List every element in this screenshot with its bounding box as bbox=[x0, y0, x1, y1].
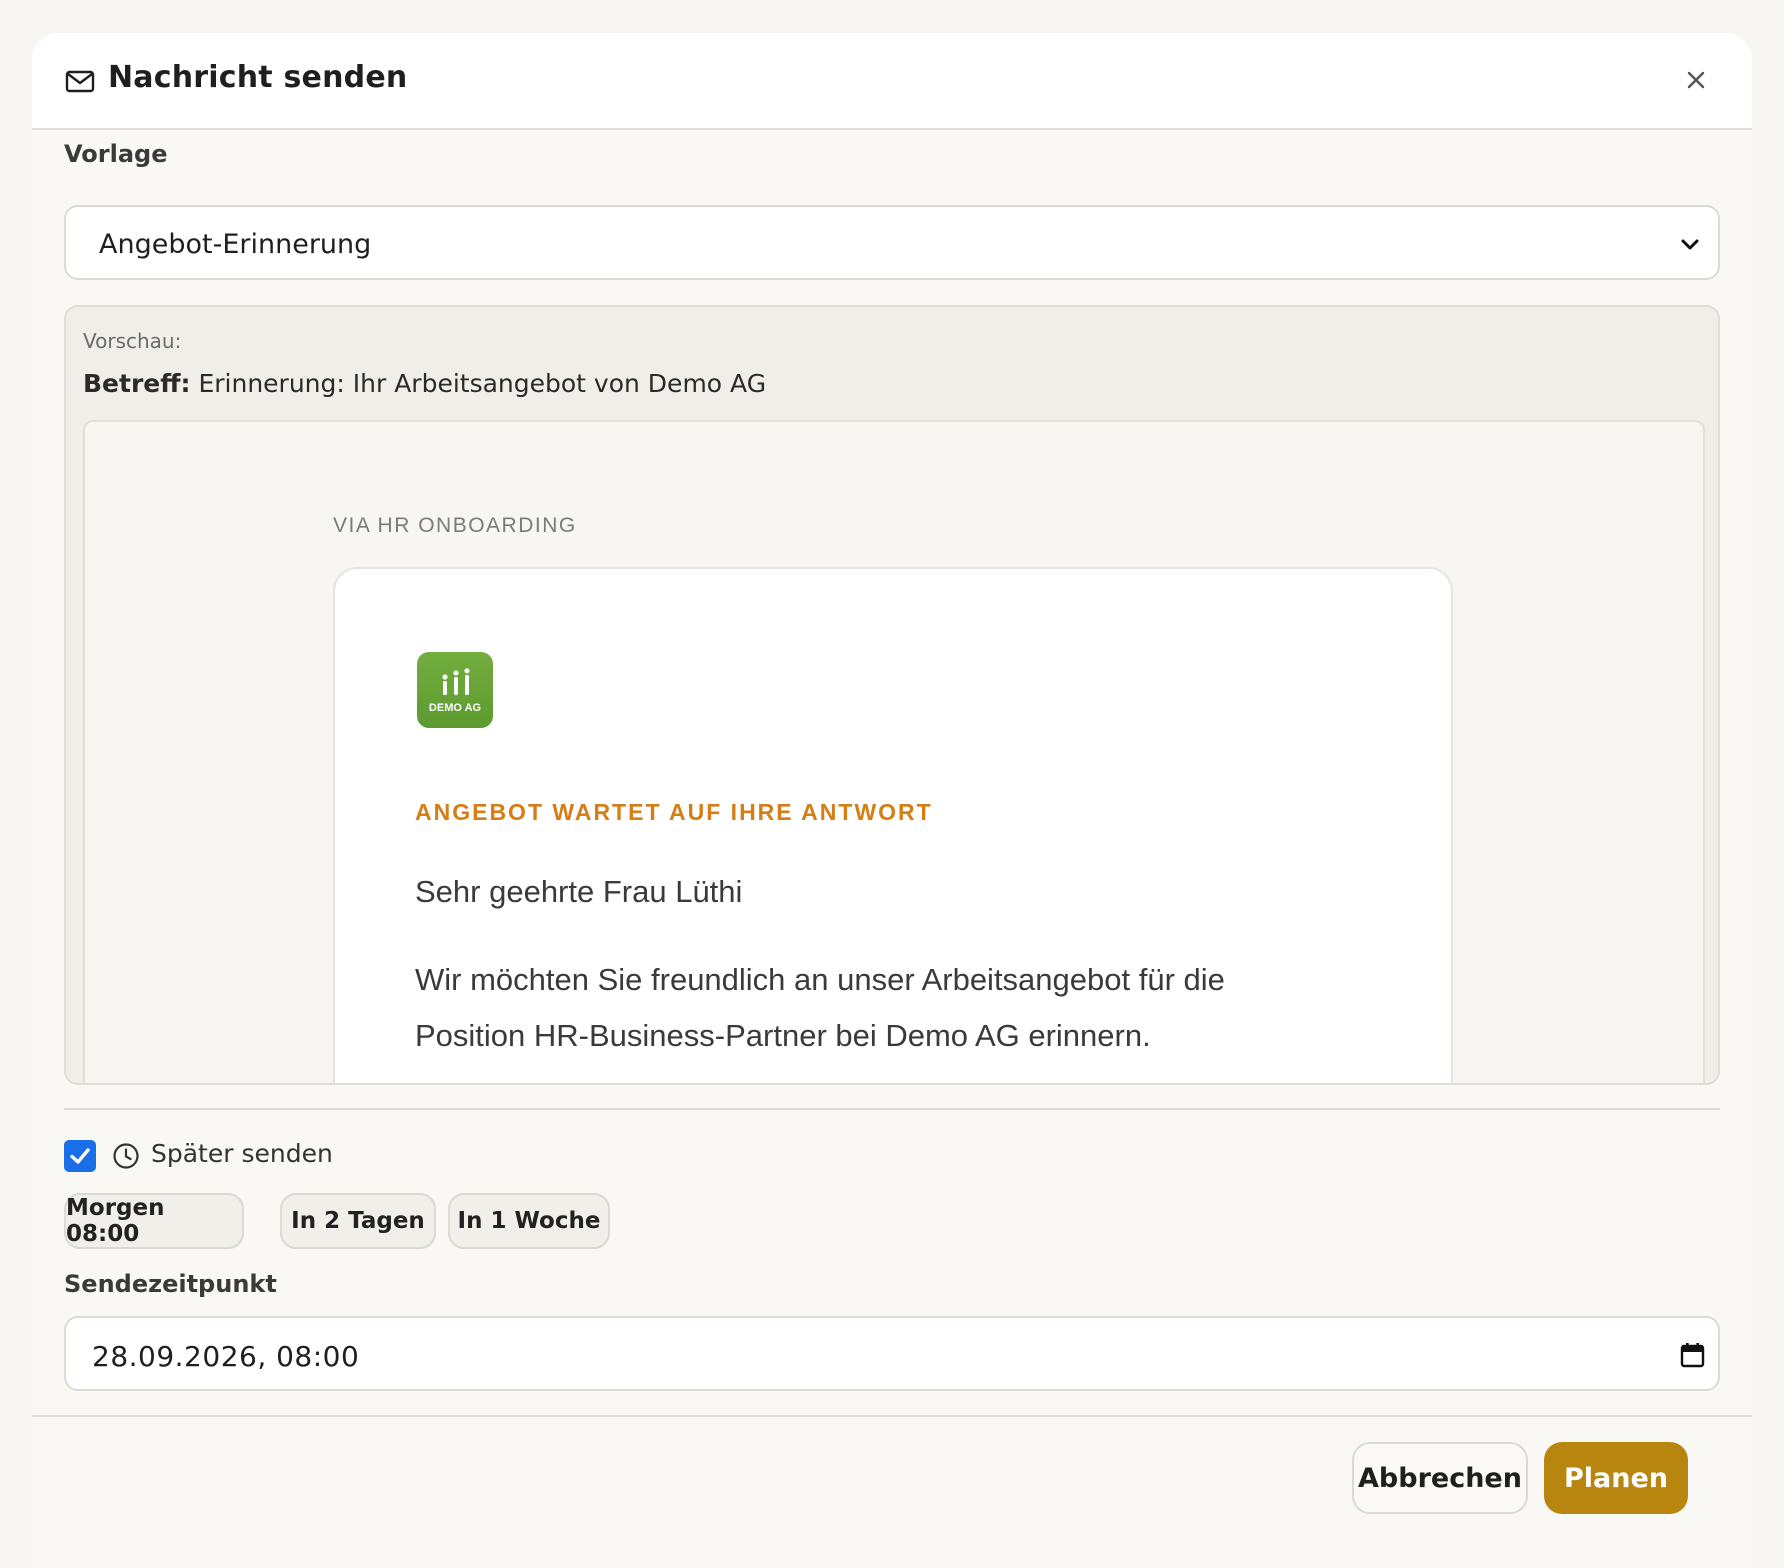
company-logo: DEMO AG bbox=[417, 652, 493, 728]
quick-chip-2-days[interactable]: In 2 Tagen bbox=[280, 1193, 436, 1249]
email-body: Wir möchten Sie freundlich an unser Arbe… bbox=[415, 962, 1225, 1053]
dialog-header: Nachricht senden bbox=[32, 33, 1752, 130]
footer-divider bbox=[32, 1415, 1752, 1417]
mail-icon bbox=[65, 66, 95, 96]
send-message-dialog: Nachricht senden Vorlage Angebot-Erinner… bbox=[32, 33, 1752, 1568]
quick-chip-1-week[interactable]: In 1 Woche bbox=[448, 1193, 610, 1249]
template-select[interactable]: Angebot-Erinnerung bbox=[64, 205, 1720, 280]
send-later-label[interactable]: Später senden bbox=[151, 1139, 333, 1168]
preview-label: Vorschau: bbox=[83, 329, 182, 353]
quick-chip-tomorrow[interactable]: Morgen 08:00 bbox=[64, 1193, 244, 1249]
send-time-value: 28.09.2026, 08:00 bbox=[92, 1340, 360, 1373]
logo-text: DEMO AG bbox=[428, 702, 482, 714]
template-label: Vorlage bbox=[64, 140, 168, 168]
template-select-value: Angebot-Erinnerung bbox=[99, 229, 372, 260]
close-button[interactable] bbox=[1676, 60, 1716, 100]
email-via-label: VIA HR ONBOARDING bbox=[333, 514, 577, 537]
section-divider bbox=[64, 1108, 1720, 1110]
close-icon bbox=[1687, 71, 1705, 89]
cancel-button[interactable]: Abbrechen bbox=[1352, 1442, 1528, 1514]
clock-icon bbox=[113, 1143, 139, 1169]
email-card: DEMO AG ANGEBOT WARTET AUF IHRE ANTWORT … bbox=[333, 567, 1453, 1083]
email-greeting: Sehr geehrte Frau Lüthi bbox=[415, 874, 743, 909]
subject-label: Betreff: bbox=[83, 369, 191, 398]
email-preview-frame: VIA HR ONBOARDING DEMO AG ANGEBOT WARTET… bbox=[83, 420, 1705, 1083]
dialog-title: Nachricht senden bbox=[108, 60, 408, 95]
preview-panel: Vorschau: Betreff: Erinnerung: Ihr Arbei… bbox=[64, 305, 1720, 1085]
checkmark-icon bbox=[70, 1148, 90, 1164]
schedule-button[interactable]: Planen bbox=[1544, 1442, 1688, 1514]
logo-bars-icon bbox=[442, 668, 470, 695]
email-eyebrow: ANGEBOT WARTET AUF IHRE ANTWORT bbox=[415, 799, 933, 825]
chevron-down-icon bbox=[1681, 239, 1699, 250]
subject-text: Erinnerung: Ihr Arbeitsangebot von Demo … bbox=[198, 369, 767, 398]
calendar-icon[interactable] bbox=[1679, 1341, 1706, 1369]
preview-subject: Betreff: Erinnerung: Ihr Arbeitsangebot … bbox=[83, 369, 766, 398]
send-time-input[interactable]: 28.09.2026, 08:00 bbox=[64, 1316, 1720, 1391]
send-time-label: Sendezeitpunkt bbox=[64, 1270, 277, 1298]
send-later-checkbox[interactable] bbox=[64, 1140, 96, 1172]
